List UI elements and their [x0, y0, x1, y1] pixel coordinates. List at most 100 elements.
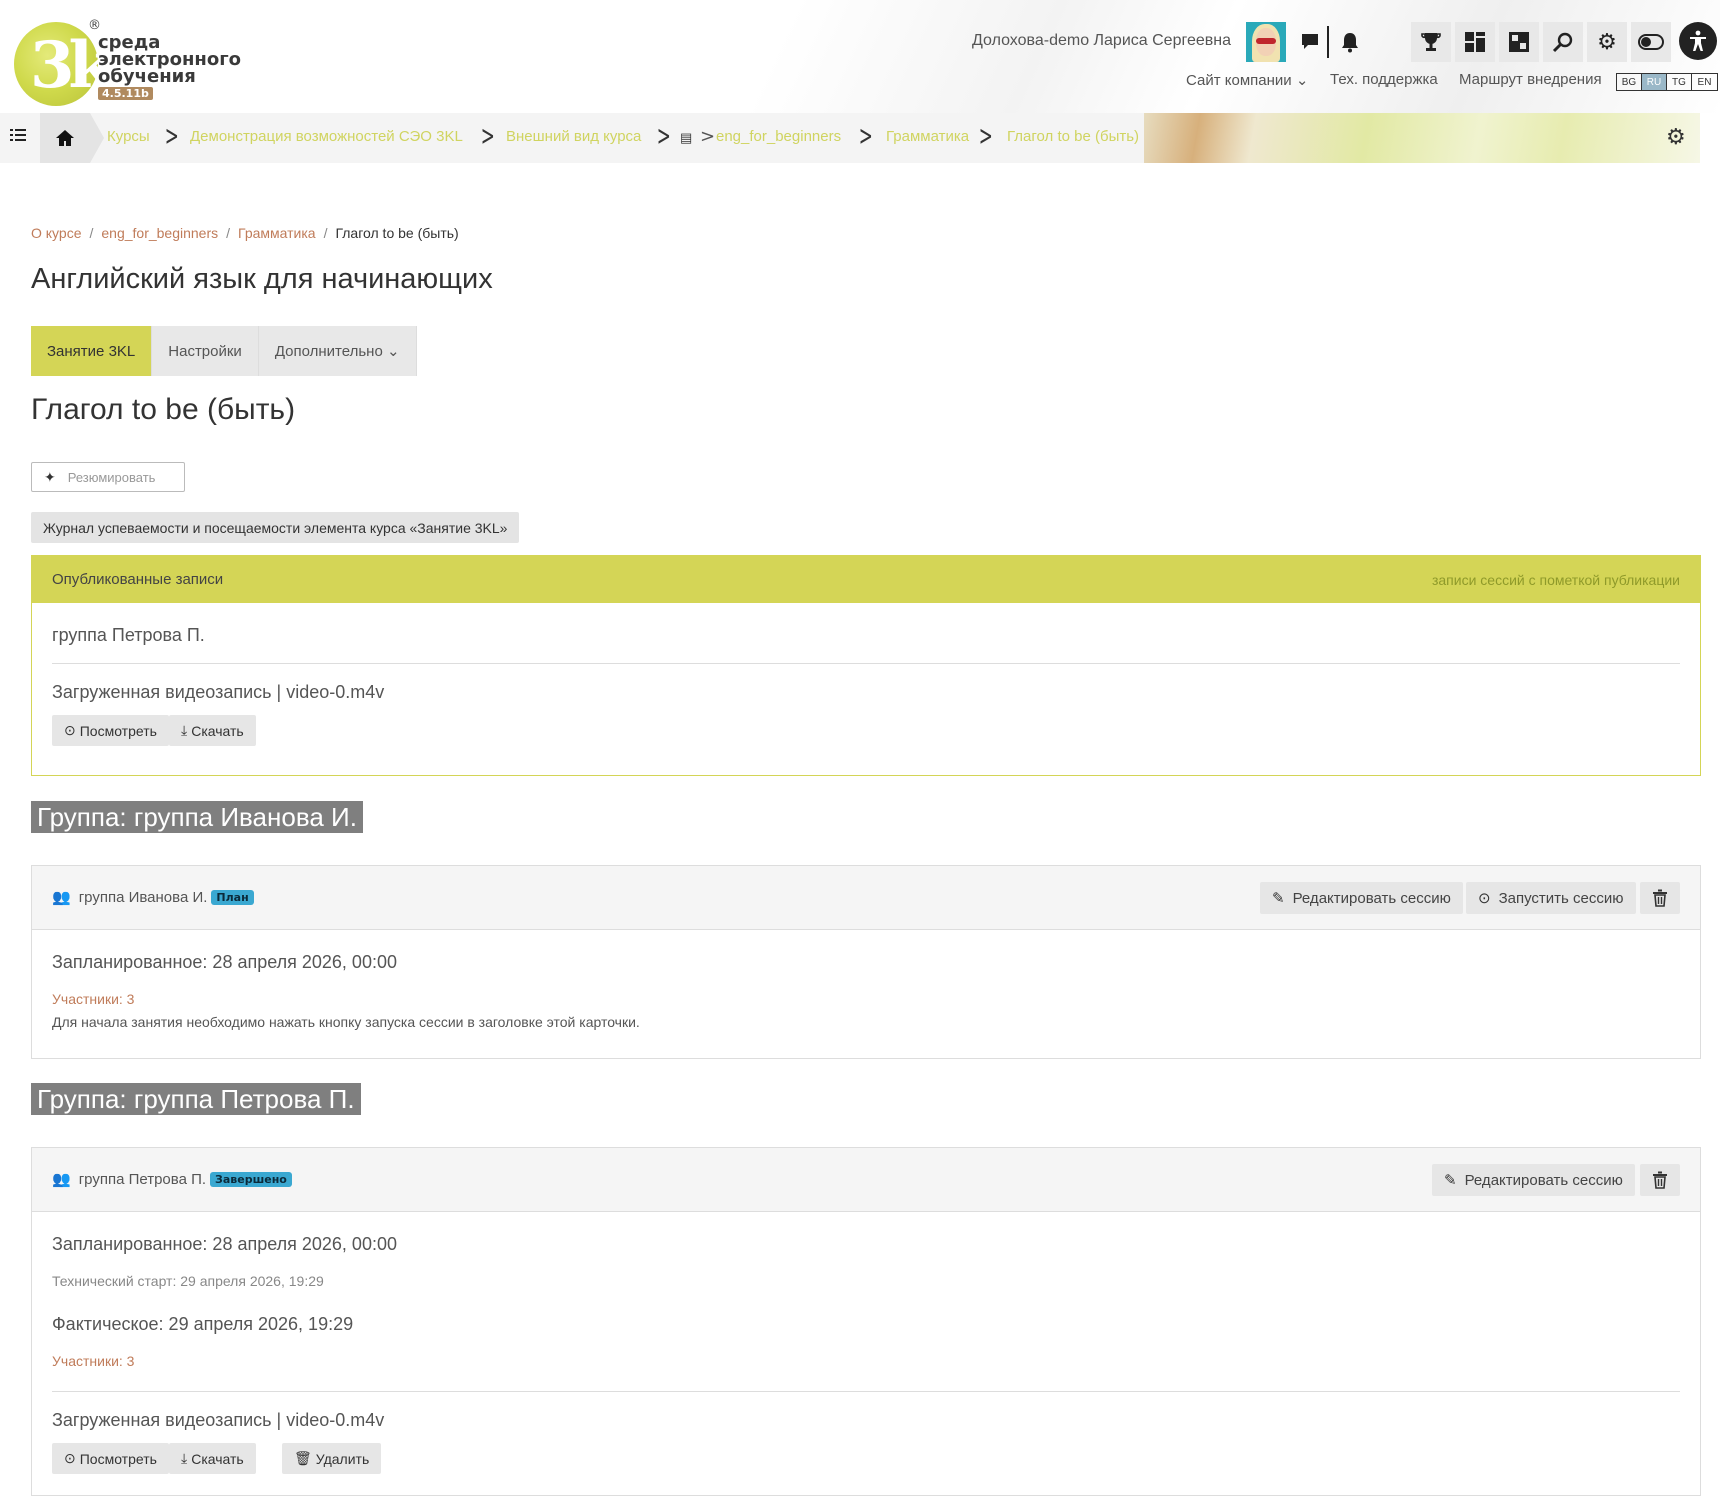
page-crumb-about[interactable]: О курсе	[31, 225, 81, 241]
planned-time: Запланированное: 28 апреля 2026, 00:00	[52, 952, 397, 972]
divider	[52, 663, 1680, 664]
tech-start-time: Технический старт: 29 апреля 2026, 19:29	[52, 1273, 324, 1289]
avatar[interactable]	[1246, 22, 1286, 62]
lang-en[interactable]: EN	[1692, 74, 1717, 90]
actual-time: Фактическое: 29 апреля 2026, 19:29	[52, 1314, 354, 1334]
support-link[interactable]: Тех. поддержка	[1330, 71, 1438, 88]
session-group: 👥 группа Иванова И. План	[52, 888, 254, 906]
chat-icon[interactable]	[1296, 28, 1324, 56]
breadcrumb-bar: Курсы > Демонстрация возможностей СЭО 3K…	[0, 113, 1700, 163]
page-crumb-eng[interactable]: eng_for_beginners	[101, 225, 218, 241]
delete-session-button[interactable]	[1640, 882, 1680, 914]
session-card-header: 👥 группа Иванова И. План ✎ Редактировать …	[32, 866, 1700, 930]
route-link[interactable]: Маршрут внедрения	[1459, 71, 1602, 88]
bell-icon[interactable]	[1336, 28, 1364, 56]
published-group-name: группа Петрова П.	[52, 625, 205, 645]
company-site-link[interactable]: Сайт компании ⌄	[1186, 71, 1308, 89]
view-video-button[interactable]: ⊙ Посмотреть	[52, 1443, 169, 1474]
crumb-appearance[interactable]: Внешний вид курса	[506, 128, 641, 145]
play-circle-icon: ⊙	[64, 1450, 76, 1466]
delete-session-button[interactable]	[1640, 1164, 1680, 1196]
delete-video-button[interactable]: 🗑 Удалить	[282, 1443, 382, 1474]
published-records-header: Опубликованные записи записи сессий с по…	[32, 556, 1700, 603]
page-crumb-grammar[interactable]: Грамматика	[238, 225, 316, 241]
home-button[interactable]	[40, 113, 104, 163]
crumb-separator: >	[164, 119, 179, 152]
tab-lesson-3kl[interactable]: Занятие 3KL	[31, 326, 153, 376]
theme-toggle-icon[interactable]	[1631, 22, 1671, 62]
board-icon[interactable]	[1499, 22, 1539, 62]
tab-settings[interactable]: Настройки	[152, 326, 259, 376]
download-video-button[interactable]: ⤓ Скачать	[169, 715, 256, 746]
trash-icon	[1653, 889, 1667, 907]
session-group: 👥 группа Петрова П. Завершено	[52, 1170, 292, 1188]
participants-count[interactable]: Участники: 3	[52, 991, 134, 1007]
video-label: Загруженная видеозапись | video-0.m4v	[52, 1410, 385, 1430]
decorative-banner	[1144, 113, 1700, 163]
published-records-title: Опубликованные записи	[52, 571, 224, 588]
edit-icon: ✎	[1444, 1172, 1457, 1189]
lang-ru[interactable]: RU	[1642, 74, 1667, 90]
crumb-grammar[interactable]: Грамматика	[886, 128, 969, 145]
download-icon: ⤓	[181, 722, 188, 738]
page-settings-gear-icon[interactable]: ⚙	[1666, 125, 1686, 150]
trophy-icon[interactable]	[1411, 22, 1451, 62]
group-heading-petrova: Группа: группа Петрова П.	[31, 1083, 361, 1115]
search-icon[interactable]	[1543, 22, 1583, 62]
course-title: Английский язык для начинающих	[31, 263, 493, 295]
logo-text: среда электронного обучения 4.5.11b	[98, 32, 241, 100]
tab-more[interactable]: Дополнительно ⌄	[258, 326, 417, 376]
published-records-subtitle: записи сессий с пометкой публикации	[1431, 571, 1680, 588]
crumb-courses[interactable]: Курсы	[107, 128, 150, 145]
user-name[interactable]: Долохова-demo Лариса Сергеевна	[972, 32, 1231, 50]
lang-bg[interactable]: BG	[1617, 74, 1642, 90]
logo-registered-mark: ®	[88, 18, 101, 33]
trash-icon: 🗑	[294, 1450, 312, 1466]
crumb-separator: >	[858, 119, 873, 152]
crumb-separator: >	[700, 126, 716, 147]
language-switcher: BG RU TG EN	[1616, 73, 1718, 91]
crumb-current[interactable]: Глагол to be (быть)	[1007, 128, 1139, 145]
view-video-button[interactable]: ⊙ Посмотреть	[52, 715, 169, 746]
crumb-separator: >	[978, 119, 993, 152]
lesson-title: Глагол to be (быть)	[31, 393, 296, 426]
logo-mark: 3k	[14, 22, 113, 106]
crumb-separator: >	[656, 119, 671, 152]
sparkles-icon: ✦	[44, 468, 56, 485]
page-crumb-current: Глагол to be (быть)	[335, 225, 459, 241]
start-session-button[interactable]: ⊙ Запустить сессию	[1466, 882, 1636, 914]
crumb-demo-course[interactable]: Демонстрация возможностей СЭО 3KL	[190, 128, 463, 145]
published-records-card: Опубликованные записи записи сессий с по…	[31, 555, 1701, 776]
summarize-button[interactable]: ✦ Резюмировать	[31, 462, 185, 492]
header-divider	[1327, 26, 1329, 58]
edit-session-button[interactable]: ✎ Редактировать сессию	[1432, 1164, 1635, 1196]
session-card-petrova: 👥 группа Петрова П. Завершено ✎ Редактиро…	[31, 1147, 1701, 1496]
group-heading-ivanova: Группа: группа Иванова И.	[31, 801, 363, 833]
logo[interactable]: 3k ® среда электронного обучения 4.5.11b	[14, 18, 241, 108]
gear-icon[interactable]: ⚙	[1587, 22, 1627, 62]
status-badge: Завершено	[210, 1171, 292, 1187]
journal-button[interactable]: Журнал успеваемости и посещаемости элеме…	[31, 512, 520, 543]
crumb-eng-for-beginners[interactable]: eng_for_beginners	[716, 128, 841, 145]
lang-tg[interactable]: TG	[1667, 74, 1692, 90]
play-circle-icon: ⊙	[64, 722, 76, 738]
version-badge: 4.5.11b	[98, 87, 153, 100]
divider	[52, 1391, 1680, 1392]
session-card-ivanova: 👥 группа Иванова И. План ✎ Редактировать …	[31, 865, 1701, 1059]
participants-count[interactable]: Участники: 3	[52, 1353, 134, 1369]
trash-icon	[1653, 1171, 1667, 1189]
menu-icon[interactable]	[10, 126, 26, 147]
dashboard-icon[interactable]	[1455, 22, 1495, 62]
session-card-header: 👥 группа Петрова П. Завершено ✎ Редактиро…	[32, 1148, 1700, 1212]
session-hint: Для начала занятия необходимо нажать кно…	[52, 1014, 640, 1030]
download-video-button[interactable]: ⤓ Скачать	[169, 1443, 256, 1474]
edit-icon: ✎	[1272, 890, 1285, 907]
page-breadcrumb: О курсе / eng_for_beginners / Грамматика / Гла…	[31, 225, 459, 241]
edit-session-button[interactable]: ✎ Редактировать сессию	[1260, 882, 1463, 914]
video-label: Загруженная видеозапись | video-0.m4v	[52, 682, 385, 702]
accessibility-icon[interactable]	[1679, 22, 1717, 60]
planned-time: Запланированное: 28 апреля 2026, 00:00	[52, 1234, 397, 1254]
users-icon: 👥	[52, 889, 71, 906]
home-icon	[56, 130, 74, 148]
status-badge: План	[211, 889, 254, 905]
